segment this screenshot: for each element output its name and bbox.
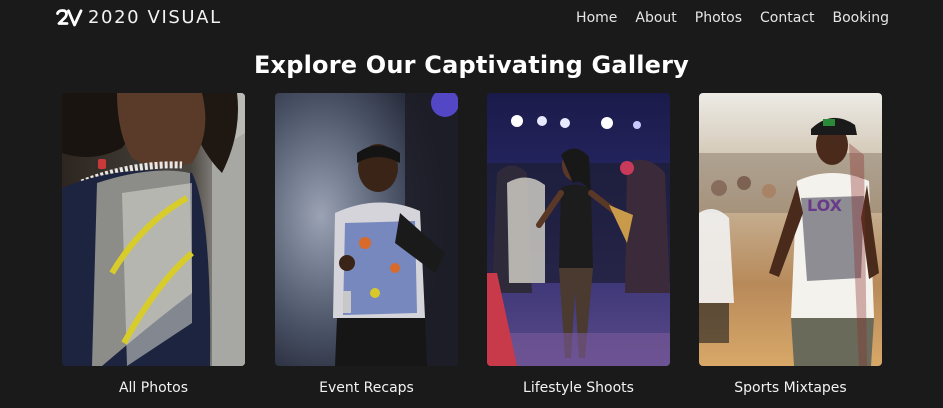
gallery-card-label: Event Recaps xyxy=(319,380,414,396)
navbar: 2020 VISUAL Home About Photos Contact Bo… xyxy=(0,0,943,36)
gallery-photo-all-photos[interactable] xyxy=(62,93,245,366)
main-nav: Home About Photos Contact Booking xyxy=(576,8,889,28)
brand-logo-icon xyxy=(56,9,83,27)
nav-booking[interactable]: Booking xyxy=(833,8,890,28)
gallery-photo-event-recaps[interactable] xyxy=(275,93,458,366)
gallery-photo-lifestyle-shoots[interactable] xyxy=(487,93,670,366)
gallery-card-all-photos[interactable]: All Photos xyxy=(62,93,245,396)
gallery-photo-sports-mixtapes[interactable]: LOX xyxy=(699,93,882,366)
nav-contact[interactable]: Contact xyxy=(760,8,814,28)
nav-about[interactable]: About xyxy=(635,8,676,28)
gallery-card-lifestyle-shoots[interactable]: Lifestyle Shoots xyxy=(487,93,670,396)
brand-name: 2020 VISUAL xyxy=(88,7,222,28)
gallery-card-sports-mixtapes[interactable]: LOX Sports Mixtapes xyxy=(699,93,882,396)
brand-home-link[interactable]: 2020 VISUAL xyxy=(56,6,222,30)
gallery-card-label: Lifestyle Shoots xyxy=(523,380,634,396)
gallery-card-label: All Photos xyxy=(118,380,189,396)
nav-photos[interactable]: Photos xyxy=(695,8,742,28)
gallery-card-label: Sports Mixtapes xyxy=(734,380,847,396)
gallery-title: Explore Our Captivating Gallery xyxy=(253,51,690,79)
nav-home[interactable]: Home xyxy=(576,8,617,28)
svg-text:LOX: LOX xyxy=(807,196,843,215)
gallery-card-event-recaps[interactable]: Event Recaps xyxy=(275,93,458,396)
